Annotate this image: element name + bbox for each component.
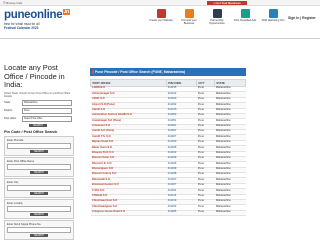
search-box-input[interactable]: [7, 184, 71, 191]
feature-label: Post Classified Ads: [233, 19, 257, 22]
tagline: best for small must for all: [4, 21, 40, 26]
classified-icon: [240, 9, 250, 18]
feature-classified[interactable]: Post Classified Ads: [232, 9, 258, 22]
search-box-title: Enter Locality: [7, 201, 23, 205]
handshake-icon: [212, 9, 222, 18]
website-icon: [156, 9, 166, 18]
logo-text: puneonline: [4, 9, 63, 21]
logo-badge: .in: [62, 9, 70, 15]
table-row: Congress House Road S.O 411005 Pune Maharas…: [90, 210, 246, 217]
search-box-input[interactable]: [7, 163, 71, 170]
results-table: POST OFFICE PIN CODE CITY STATE 3 BRD B.…: [90, 79, 247, 217]
state-cell: Maharashtra: [214, 210, 246, 217]
post-office-locator: Locate any Post Office / Pincode in Indi…: [4, 63, 72, 128]
top-bar: ☰ Browse Cats + List Your Business: [0, 0, 320, 6]
sms-icon: [268, 9, 278, 18]
district-select[interactable]: Pune: [22, 107, 72, 114]
search-box-input[interactable]: [7, 226, 71, 233]
post-office-select[interactable]: Select Post office: [22, 115, 72, 122]
search-box-input[interactable]: [7, 142, 71, 149]
search-box-button[interactable]: SEARCH: [30, 212, 48, 216]
post-office-label: Post office:: [4, 117, 17, 121]
search-box: Enter City SEARCH: [4, 178, 74, 198]
map-pin-icon: [91, 70, 94, 74]
feature-website[interactable]: Create your Website: [148, 9, 174, 22]
feature-megaphone[interactable]: Promote your Business: [176, 9, 202, 25]
search-box-title: Enter Std & Signal Phone No.: [7, 222, 42, 226]
search-box-input[interactable]: [7, 205, 71, 212]
city-cell: Pune: [196, 210, 215, 217]
state-select[interactable]: Maharashtra: [22, 99, 72, 106]
feature-label: Partnership Opportunities: [209, 19, 225, 25]
search-box-title: Enter Post Office Name: [7, 159, 35, 163]
festival-calendar-link[interactable]: Festival Calendar 2023: [4, 26, 38, 30]
pin-code-cell: 411005: [166, 210, 197, 217]
browse-menu-button[interactable]: ☰ Browse Cats: [3, 1, 22, 5]
search-box-button[interactable]: SEARCH: [30, 149, 48, 153]
locator-search-button[interactable]: SEARCH: [29, 123, 47, 128]
search-box: Enter Locality SEARCH: [4, 199, 74, 219]
feature-sms[interactable]: SMS Marketing Info: [260, 9, 286, 22]
site-logo[interactable]: puneonline .in: [4, 9, 70, 21]
feature-label: SMS Marketing Info: [261, 19, 285, 22]
search-box: Enter Std & Signal Phone No. SEARCH: [4, 220, 74, 240]
feature-label: Create your Website: [149, 19, 173, 22]
search-box-button[interactable]: SEARCH: [30, 233, 48, 237]
feature-handshake[interactable]: Partnership Opportunities: [204, 9, 230, 25]
post-office-cell[interactable]: Congress House Road S.O: [90, 210, 167, 217]
search-box-button[interactable]: SEARCH: [30, 170, 48, 174]
header-divider: [0, 38, 320, 39]
pincode-search-heading: Pin Code / Post Office Search: [4, 130, 58, 134]
results-heading: Pune Pincode / Post Office Search (PUNE,…: [90, 68, 246, 76]
locator-subtitle: Select State, District & then Post Offic…: [4, 91, 71, 98]
locator-title: Locate any Post Office / Pincode in Indi…: [4, 63, 65, 89]
megaphone-icon: [184, 9, 194, 18]
search-box: Enter Pincode SEARCH: [4, 136, 74, 156]
search-box-title: Enter Pincode: [7, 138, 24, 142]
auth-links[interactable]: Sign In | Register: [288, 16, 316, 20]
search-box-button[interactable]: SEARCH: [30, 191, 48, 195]
district-label: District:: [4, 109, 13, 113]
search-box-title: Enter City: [7, 180, 19, 184]
search-box: Enter Post Office Name SEARCH: [4, 157, 74, 177]
state-label: State:: [4, 101, 11, 105]
results-heading-text: Pune Pincode / Post Office Search (PUNE,…: [95, 70, 186, 74]
list-business-button[interactable]: + List Your Business: [207, 0, 247, 5]
feature-label: Promote your Business: [181, 19, 197, 25]
